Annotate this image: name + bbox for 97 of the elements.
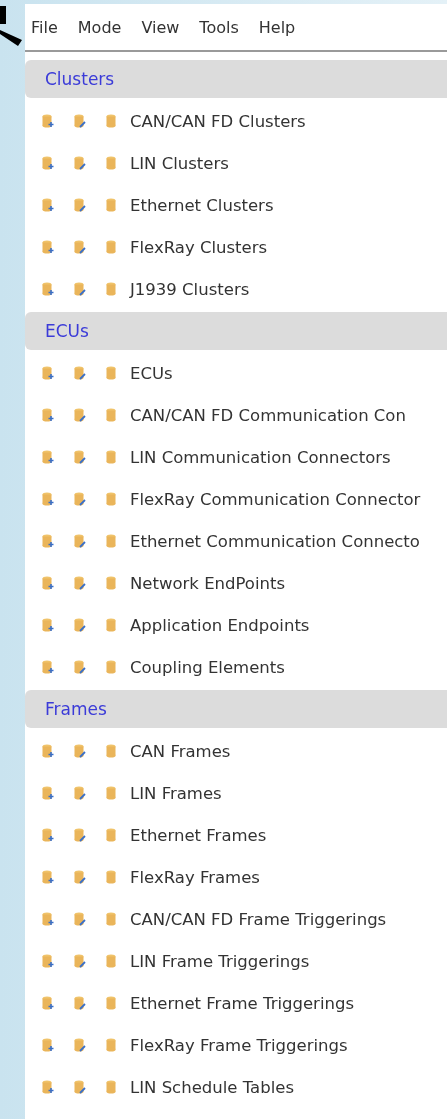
add-database-icon[interactable] [42,954,54,968]
edit-database-icon[interactable] [74,660,86,674]
edit-database-icon[interactable] [74,954,86,968]
add-database-icon[interactable] [42,996,54,1010]
edit-database-icon[interactable] [74,1080,86,1094]
database-icon [106,492,118,506]
menu-item[interactable]: Mode [77,17,122,37]
edit-database-icon[interactable] [74,450,86,464]
section-header[interactable]: Frames [25,690,447,728]
database-icon [106,912,118,926]
edit-database-icon[interactable] [74,156,86,170]
section-header[interactable]: ECUs [25,312,447,350]
add-database-icon[interactable] [42,492,54,506]
database-icon [106,660,118,674]
tree-item[interactable]: ECUs [130,363,173,383]
database-icon [106,408,118,422]
tree-item[interactable]: CAN Frames [130,741,231,761]
add-database-icon[interactable] [42,156,54,170]
edit-database-icon[interactable] [74,1038,86,1052]
tree-item[interactable]: CAN/CAN FD Clusters [130,111,306,131]
database-icon [106,786,118,800]
add-database-icon[interactable] [42,114,54,128]
database-icon [106,198,118,212]
database-icon [106,1080,118,1094]
tree-item[interactable]: Coupling Elements [130,657,285,677]
add-database-icon[interactable] [42,534,54,548]
database-icon [106,576,118,590]
database-icon [106,156,118,170]
edit-database-icon[interactable] [74,870,86,884]
database-icon [106,240,118,254]
tree-item[interactable]: LIN Clusters [130,153,229,173]
add-database-icon[interactable] [42,660,54,674]
tree-item[interactable]: FlexRay Communication Connector [130,489,421,509]
add-database-icon[interactable] [42,450,54,464]
add-database-icon[interactable] [42,870,54,884]
database-icon [106,828,118,842]
database-icon [106,282,118,296]
tree-item[interactable]: LIN Schedule Tables [130,1077,294,1097]
tree-item[interactable]: FlexRay Clusters [130,237,268,257]
edit-database-icon[interactable] [74,282,86,296]
tree-item[interactable]: CAN/CAN FD Communication Con [130,405,406,425]
add-database-icon[interactable] [42,198,54,212]
edit-database-icon[interactable] [74,240,86,254]
edit-database-icon[interactable] [74,996,86,1010]
edit-database-icon[interactable] [74,786,86,800]
add-database-icon[interactable] [42,240,54,254]
edit-database-icon[interactable] [74,534,86,548]
tree-item[interactable]: Ethernet Frame Triggerings [130,993,354,1013]
arrow-icon [0,6,22,48]
add-database-icon[interactable] [42,828,54,842]
edit-database-icon[interactable] [74,828,86,842]
edit-database-icon[interactable] [74,912,86,926]
database-icon [106,534,118,548]
tree-item[interactable]: LIN Communication Connectors [130,447,391,467]
add-database-icon[interactable] [42,282,54,296]
add-database-icon[interactable] [42,1038,54,1052]
add-database-icon[interactable] [42,366,54,380]
tree-item[interactable]: LIN Frames [130,783,222,803]
tree-item[interactable]: Ethernet Clusters [130,195,274,215]
menu-item[interactable]: Help [258,17,296,37]
add-database-icon[interactable] [42,576,54,590]
database-icon [106,114,118,128]
tree-item[interactable]: Ethernet Frames [130,825,267,845]
edit-database-icon[interactable] [74,492,86,506]
database-icon [106,618,118,632]
edit-database-icon[interactable] [74,576,86,590]
edit-database-icon[interactable] [74,198,86,212]
add-database-icon[interactable] [42,912,54,926]
menu-item[interactable]: Tools [199,17,239,37]
database-icon [106,954,118,968]
edit-database-icon[interactable] [74,114,86,128]
tree-item[interactable]: J1939 Clusters [130,279,250,299]
section-header[interactable]: Clusters [25,60,447,98]
tree-item[interactable]: CAN/CAN FD Frame Triggerings [130,909,387,929]
database-icon [106,450,118,464]
database-icon [106,1038,118,1052]
add-database-icon[interactable] [42,744,54,758]
tree-item[interactable]: Application Endpoints [130,615,310,635]
edit-database-icon[interactable] [74,408,86,422]
add-database-icon[interactable] [42,618,54,632]
edit-database-icon[interactable] [74,744,86,758]
tree-item[interactable]: FlexRay Frames [130,867,260,887]
menu-item[interactable]: View [141,17,180,37]
database-icon [106,744,118,758]
database-icon [106,366,118,380]
tree-item[interactable]: Network EndPoints [130,573,286,593]
add-database-icon[interactable] [42,786,54,800]
menu-item[interactable]: File [31,17,58,37]
database-icon [106,870,118,884]
database-icon [106,996,118,1010]
edit-database-icon[interactable] [74,366,86,380]
add-database-icon[interactable] [42,1080,54,1094]
tree-item[interactable]: Ethernet Communication Connecto [130,531,420,551]
tree-item[interactable]: FlexRay Frame Triggerings [130,1035,348,1055]
add-database-icon[interactable] [42,408,54,422]
edit-database-icon[interactable] [74,618,86,632]
tree-item[interactable]: LIN Frame Triggerings [130,951,310,971]
